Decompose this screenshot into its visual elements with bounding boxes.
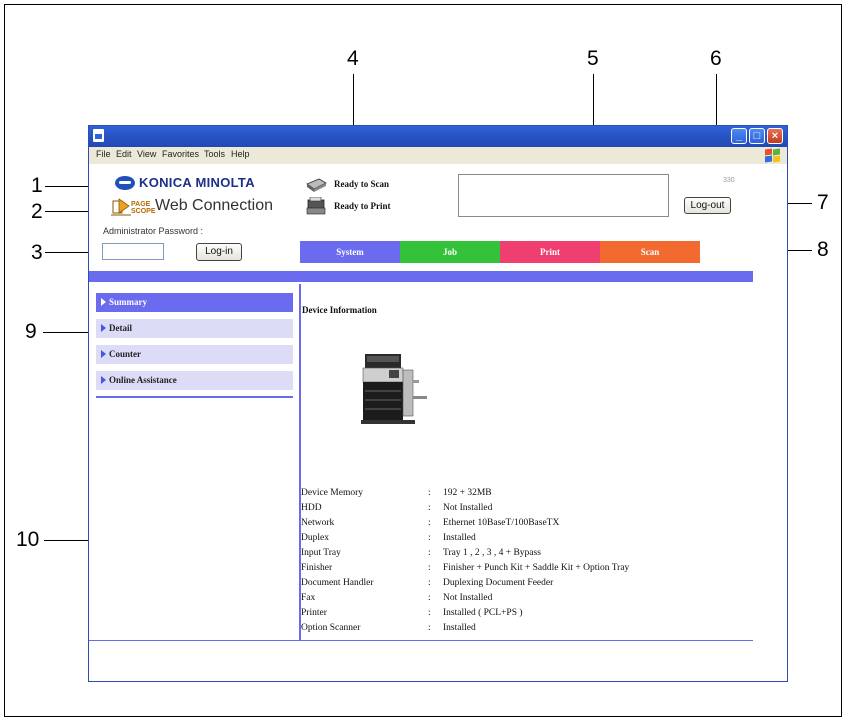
menu-view[interactable]: View [137, 149, 156, 159]
spec-value: Installed [443, 533, 476, 543]
browser-window: _ □ × File Edit View Favorites Tools Hel… [88, 125, 788, 682]
windows-logo-icon [763, 148, 781, 163]
spec-colon: : [428, 593, 431, 603]
menu-help[interactable]: Help [231, 149, 250, 159]
spec-value: Duplexing Document Feeder [443, 578, 554, 588]
menu-file[interactable]: File [96, 149, 111, 159]
title-bar: _ □ × [89, 126, 787, 147]
spec-value: Installed ( PCL+PS ) [443, 608, 523, 618]
nav-item-counter[interactable]: Counter [96, 345, 293, 364]
spec-value: Tray 1 , 2 , 3 , 4 + Bypass [443, 548, 541, 558]
pagescope-text: PAGE SCOPE [131, 201, 156, 215]
spec-value: Not Installed [443, 593, 493, 603]
nav-item-label: Summary [109, 297, 147, 307]
spec-colon: : [428, 518, 431, 528]
spec-colon: : [428, 623, 431, 633]
callout-5: 5 [587, 47, 599, 70]
brand-name: KONICA MINOLTA [139, 175, 255, 190]
spec-key: Device Memory [301, 488, 363, 498]
tab-scan[interactable]: Scan [600, 241, 700, 263]
scan-status: Ready to Scan [334, 179, 390, 189]
close-button[interactable]: × [767, 128, 783, 144]
callout-4: 4 [347, 47, 359, 70]
spec-colon: : [428, 578, 431, 588]
callout-9: 9 [25, 320, 37, 343]
pagescope-logo-icon [111, 198, 131, 216]
nav-item-detail[interactable]: Detail [96, 319, 293, 338]
page-content: KONICA MINOLTA PAGE SCOPE Web Connection … [89, 164, 787, 681]
menu-tools[interactable]: Tools [204, 149, 225, 159]
tab-print[interactable]: Print [500, 241, 600, 263]
maximize-button[interactable]: □ [749, 128, 765, 144]
nav-item-label: Counter [109, 349, 141, 359]
spec-key: Fax [301, 593, 316, 603]
spec-key: Duplex [301, 533, 329, 543]
ie-page-icon [93, 129, 104, 142]
spec-value: Ethernet 10BaseT/100BaseTX [443, 518, 560, 528]
device-info-title: Device Information [302, 305, 377, 315]
menu-favorites[interactable]: Favorites [162, 149, 199, 159]
callout-6: 6 [710, 47, 722, 70]
admin-password-label: Administrator Password : [103, 226, 204, 236]
spec-value: Finisher + Punch Kit + Saddle Kit + Opti… [443, 563, 630, 573]
nav-item-label: Detail [109, 323, 132, 333]
spec-colon: : [428, 533, 431, 543]
spec-colon: : [428, 563, 431, 573]
menu-edit[interactable]: Edit [116, 149, 132, 159]
spec-key: HDD [301, 503, 322, 513]
menu-bar: File Edit View Favorites Tools Help [89, 147, 787, 165]
callout-7: 7 [817, 191, 829, 214]
admin-password-input[interactable] [102, 243, 164, 260]
printer-status-icon [306, 197, 326, 215]
konica-minolta-logo-icon [115, 176, 135, 190]
callout-1: 1 [31, 174, 43, 197]
spec-colon: : [428, 548, 431, 558]
nav-item-label: Online Assistance [109, 375, 177, 385]
spec-key: Document Handler [301, 578, 374, 588]
nav-item-summary[interactable]: Summary [96, 293, 293, 312]
header-divider-band [89, 271, 753, 282]
spec-colon: : [428, 503, 431, 513]
spec-key: Finisher [301, 563, 333, 573]
product-name: Web Connection [155, 197, 273, 214]
tab-job[interactable]: Job [400, 241, 500, 263]
tab-system[interactable]: System [300, 241, 400, 263]
logout-button[interactable]: Log-out [684, 197, 731, 214]
arrow-right-icon [101, 350, 106, 358]
spec-value: Not Installed [443, 503, 493, 513]
nav-item-online-assistance[interactable]: Online Assistance [96, 371, 293, 390]
message-display [458, 174, 669, 217]
spec-value: 192 + 32MB [443, 488, 492, 498]
callout-3: 3 [31, 241, 43, 264]
user-count: 330 [723, 177, 735, 184]
callout-8: 8 [817, 238, 829, 261]
footer-line [89, 640, 753, 641]
spec-colon: : [428, 488, 431, 498]
callout-2: 2 [31, 200, 43, 223]
arrow-right-icon [101, 324, 106, 332]
spec-colon: : [428, 608, 431, 618]
login-button[interactable]: Log-in [196, 243, 242, 261]
callout-10: 10 [16, 528, 40, 551]
spec-value: Installed [443, 623, 476, 633]
scanner-icon [306, 178, 327, 192]
arrow-right-icon [101, 376, 106, 384]
mfp-device-image [361, 354, 427, 424]
spec-key: Input Tray [301, 548, 341, 558]
print-status: Ready to Print [334, 201, 391, 211]
arrow-right-icon [101, 298, 106, 306]
minimize-button[interactable]: _ [731, 128, 747, 144]
spec-key: Printer [301, 608, 327, 618]
nav-bottom-line [96, 396, 293, 398]
spec-key: Network [301, 518, 335, 528]
spec-key: Option Scanner [301, 623, 361, 633]
